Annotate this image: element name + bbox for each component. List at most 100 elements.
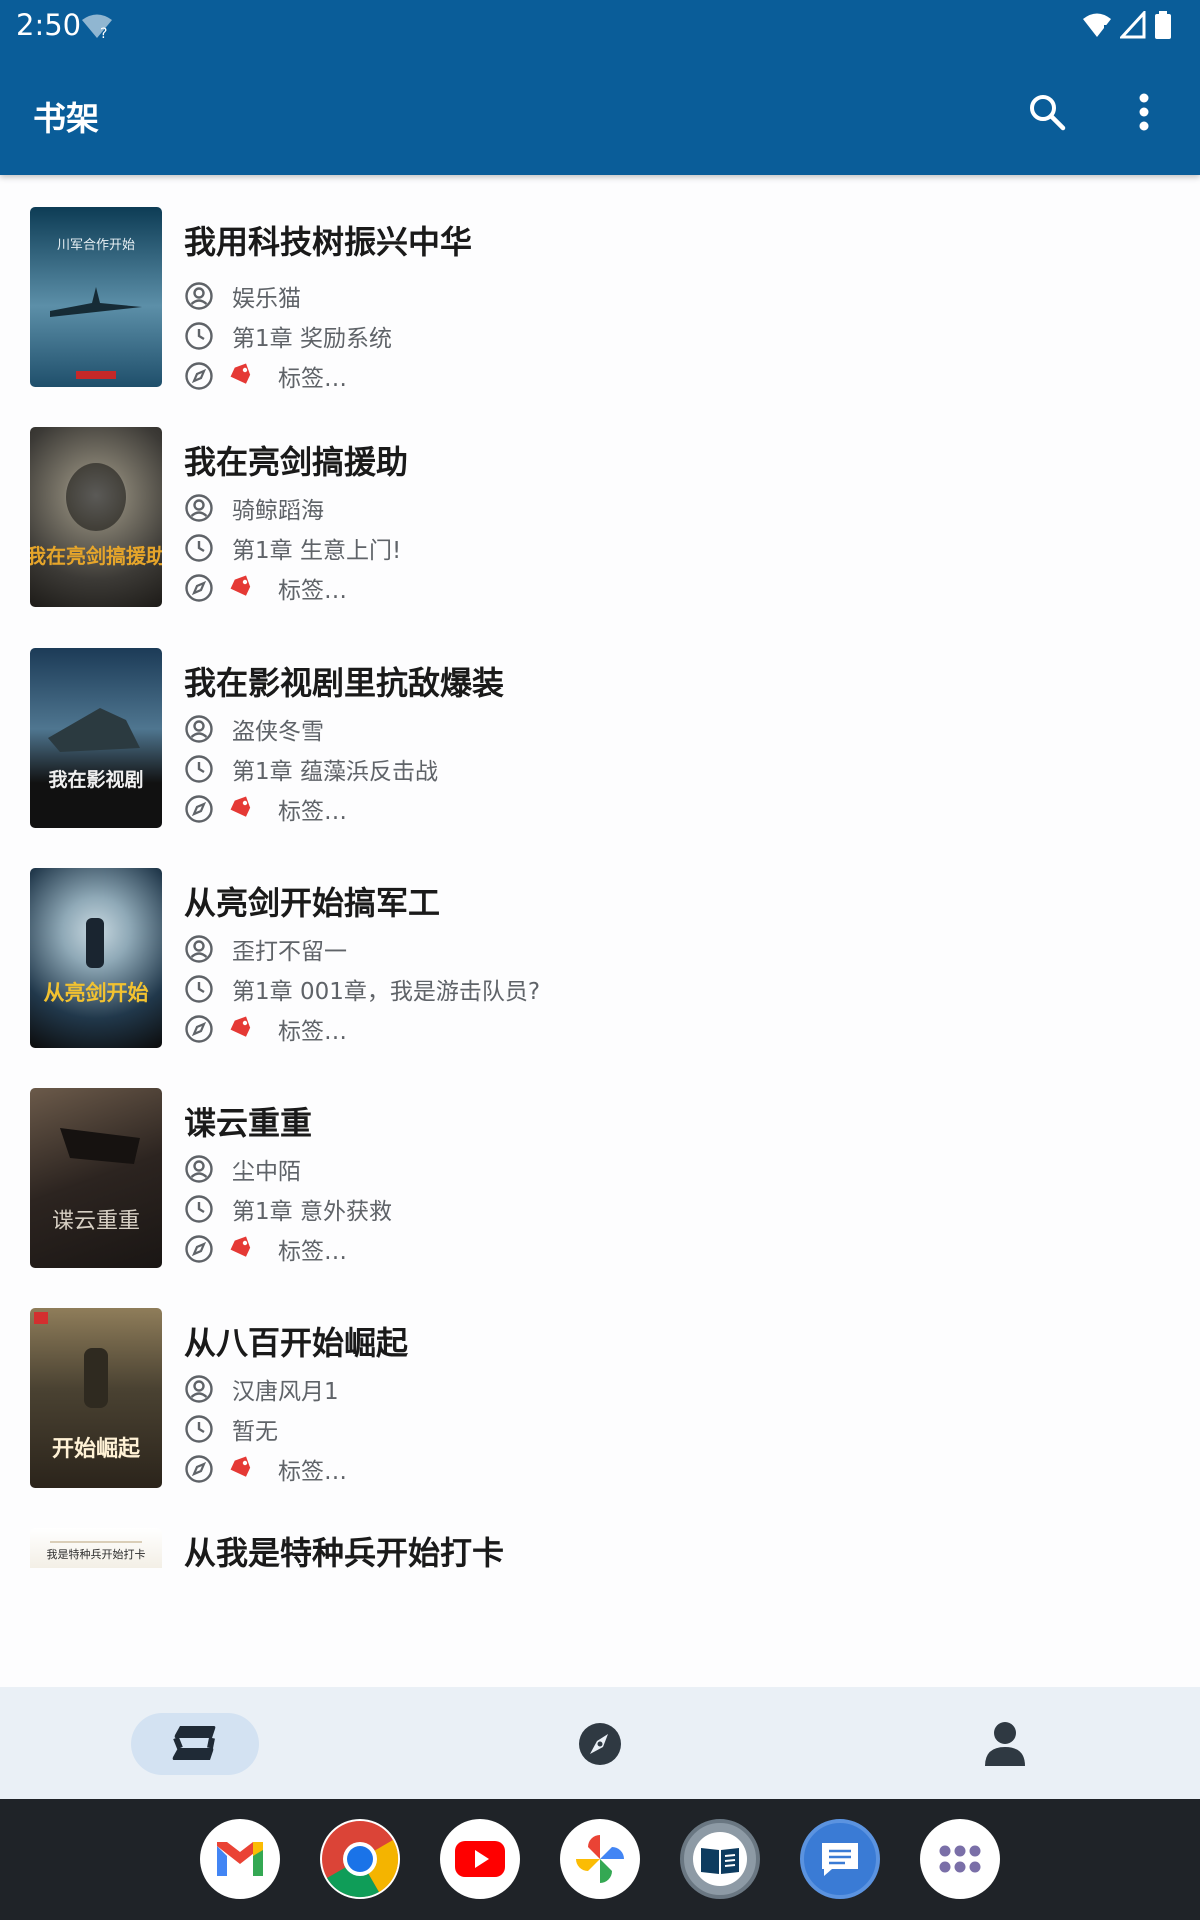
book-tags: 标签… [278,1459,347,1485]
book-title: 从亮剑开始搞军工 [184,884,441,922]
cover-art: 川军合作开始 [50,238,142,379]
book-latest-chapter: 第1章 奖励系统 [232,326,392,352]
cover-art: 开始崛起 [34,1312,141,1462]
book-latest-chapter: 暂无 [232,1419,278,1445]
nav-bookshelf[interactable] [131,1713,259,1775]
book-tags: 标签… [278,366,347,392]
book-title: 我用科技树振兴中华 [184,223,473,261]
clock-icon [185,1195,213,1223]
book-title: 我在亮剑搞援助 [184,443,409,481]
compass-icon [185,574,213,602]
book-author: 汉唐风月1 [232,1379,339,1405]
status-icons [1082,10,1172,40]
app-header: 2:50 ? 书架 [0,0,1200,175]
author-icon [185,1155,213,1183]
author-icon [185,494,213,522]
book-title: 从八百开始崛起 [184,1324,409,1362]
more-options-button[interactable] [1116,84,1172,140]
search-icon [1030,95,1066,131]
book-item[interactable]: 我是特种兵开始打卡 从我是特种兵开始打卡 [0,1528,1200,1687]
compass-icon [185,1235,213,1263]
bookmark-tag-icon [230,575,251,596]
cover-title: 川军合作开始 [57,238,135,253]
book-item[interactable]: 谍云重重 谍云重重 尘中陌 第1章 意外获救 标签… [0,1088,1200,1288]
bookmark-tag-icon [230,363,251,384]
profile-icon [985,1722,1025,1766]
author-icon [185,715,213,743]
youtube-icon [455,1841,505,1877]
search-button[interactable] [1019,84,1075,140]
chrome-app[interactable] [320,1819,400,1899]
bookmark-tag-icon [230,1236,251,1257]
clock-icon [185,755,213,783]
cell-signal-icon [1120,11,1146,39]
photos-icon [576,1835,624,1883]
bookshelf-list[interactable]: 川军合作开始 我用科技树振兴中华 娱乐猫 第1章 奖励系统 标签… 我在亮剑搞援… [0,175,1200,1687]
book-author: 盗侠冬雪 [232,719,324,745]
reader-app[interactable] [680,1819,760,1899]
system-dock [0,1799,1200,1920]
battery-icon [1155,11,1171,39]
book-chapter-row: 第1章 奖励系统 [184,319,392,353]
messages-app[interactable] [800,1819,880,1899]
book-tags: 标签… [278,1239,347,1265]
book-author-row: 骑鲸蹈海 [184,491,324,525]
book-tags-row: 标签… [184,571,347,605]
compass-icon [185,795,213,823]
status-bar: 2:50 ? [0,0,1200,50]
book-cover: 从亮剑开始 [30,868,162,1048]
explore-icon [579,1723,621,1765]
reader-app-icon [693,1832,747,1886]
book-item[interactable]: 川军合作开始 我用科技树振兴中华 娱乐猫 第1章 奖励系统 标签… [0,207,1200,407]
book-item[interactable]: 开始崛起 从八百开始崛起 汉唐风月1 暂无 标签… [0,1308,1200,1508]
status-time: 2:50 [16,8,82,42]
book-author-row: 盗侠冬雪 [184,712,324,746]
photos-app[interactable] [560,1819,640,1899]
book-tags: 标签… [278,578,347,604]
book-item[interactable]: 我在亮剑搞援助 我在亮剑搞援助 骑鲸蹈海 第1章 生意上门! 标签… [0,427,1200,627]
compass-icon [185,362,213,390]
book-latest-chapter: 第1章 意外获救 [232,1199,392,1225]
book-latest-chapter: 第1章 蕴藻浜反击战 [232,759,438,785]
book-tags: 标签… [278,799,347,825]
book-author-row: 汉唐风月1 [184,1372,339,1406]
clock-icon [185,322,213,350]
book-author: 歪打不留一 [232,939,347,965]
nav-profile[interactable] [941,1713,1069,1775]
author-icon [185,1375,213,1403]
app-drawer-icon [939,1845,981,1873]
book-title: 谍云重重 [184,1104,313,1142]
nav-explore[interactable] [536,1713,664,1775]
wifi-unknown-icon: ? [82,14,112,40]
book-author: 尘中陌 [232,1159,301,1185]
cover-art: 我在亮剑搞援助 [30,463,162,568]
compass-icon [185,1015,213,1043]
gmail-icon [217,1842,263,1876]
gmail-app[interactable] [200,1819,280,1899]
youtube-app[interactable] [440,1819,520,1899]
cover-title: 从亮剑开始 [44,981,149,1005]
book-tags: 标签… [278,1019,347,1045]
book-author-row: 歪打不留一 [184,932,347,966]
cover-art: 谍云重重 [52,1128,140,1234]
cover-title: 我在影视剧 [48,768,143,791]
book-tags-row: 标签… [184,792,347,826]
book-chapter-row: 第1章 001章，我是游击队员? [184,972,540,1006]
clock-icon [185,534,213,562]
book-chapter-row: 第1章 生意上门! [184,531,401,565]
book-cover: 川军合作开始 [30,207,162,387]
cover-title: 我在亮剑搞援助 [30,544,162,568]
book-item[interactable]: 我在影视剧 我在影视剧里抗敌爆装 盗侠冬雪 第1章 蕴藻浜反击战 标签… [0,648,1200,848]
app-drawer[interactable] [920,1819,1000,1899]
book-tags-row: 标签… [184,1452,347,1486]
book-title: 我在影视剧里抗敌爆装 [184,664,505,702]
chrome-icon [322,1821,399,1898]
book-cover: 开始崛起 [30,1308,162,1488]
cover-art: 我在影视剧 [48,708,144,791]
book-tags-row: 标签… [184,1012,347,1046]
book-item[interactable]: 从亮剑开始 从亮剑开始搞军工 歪打不留一 第1章 001章，我是游击队员? 标签… [0,868,1200,1068]
messages-icon [822,1843,858,1876]
compass-icon [185,1455,213,1483]
cover-title: 谍云重重 [52,1209,140,1234]
bookmark-tag-icon [230,1456,251,1477]
